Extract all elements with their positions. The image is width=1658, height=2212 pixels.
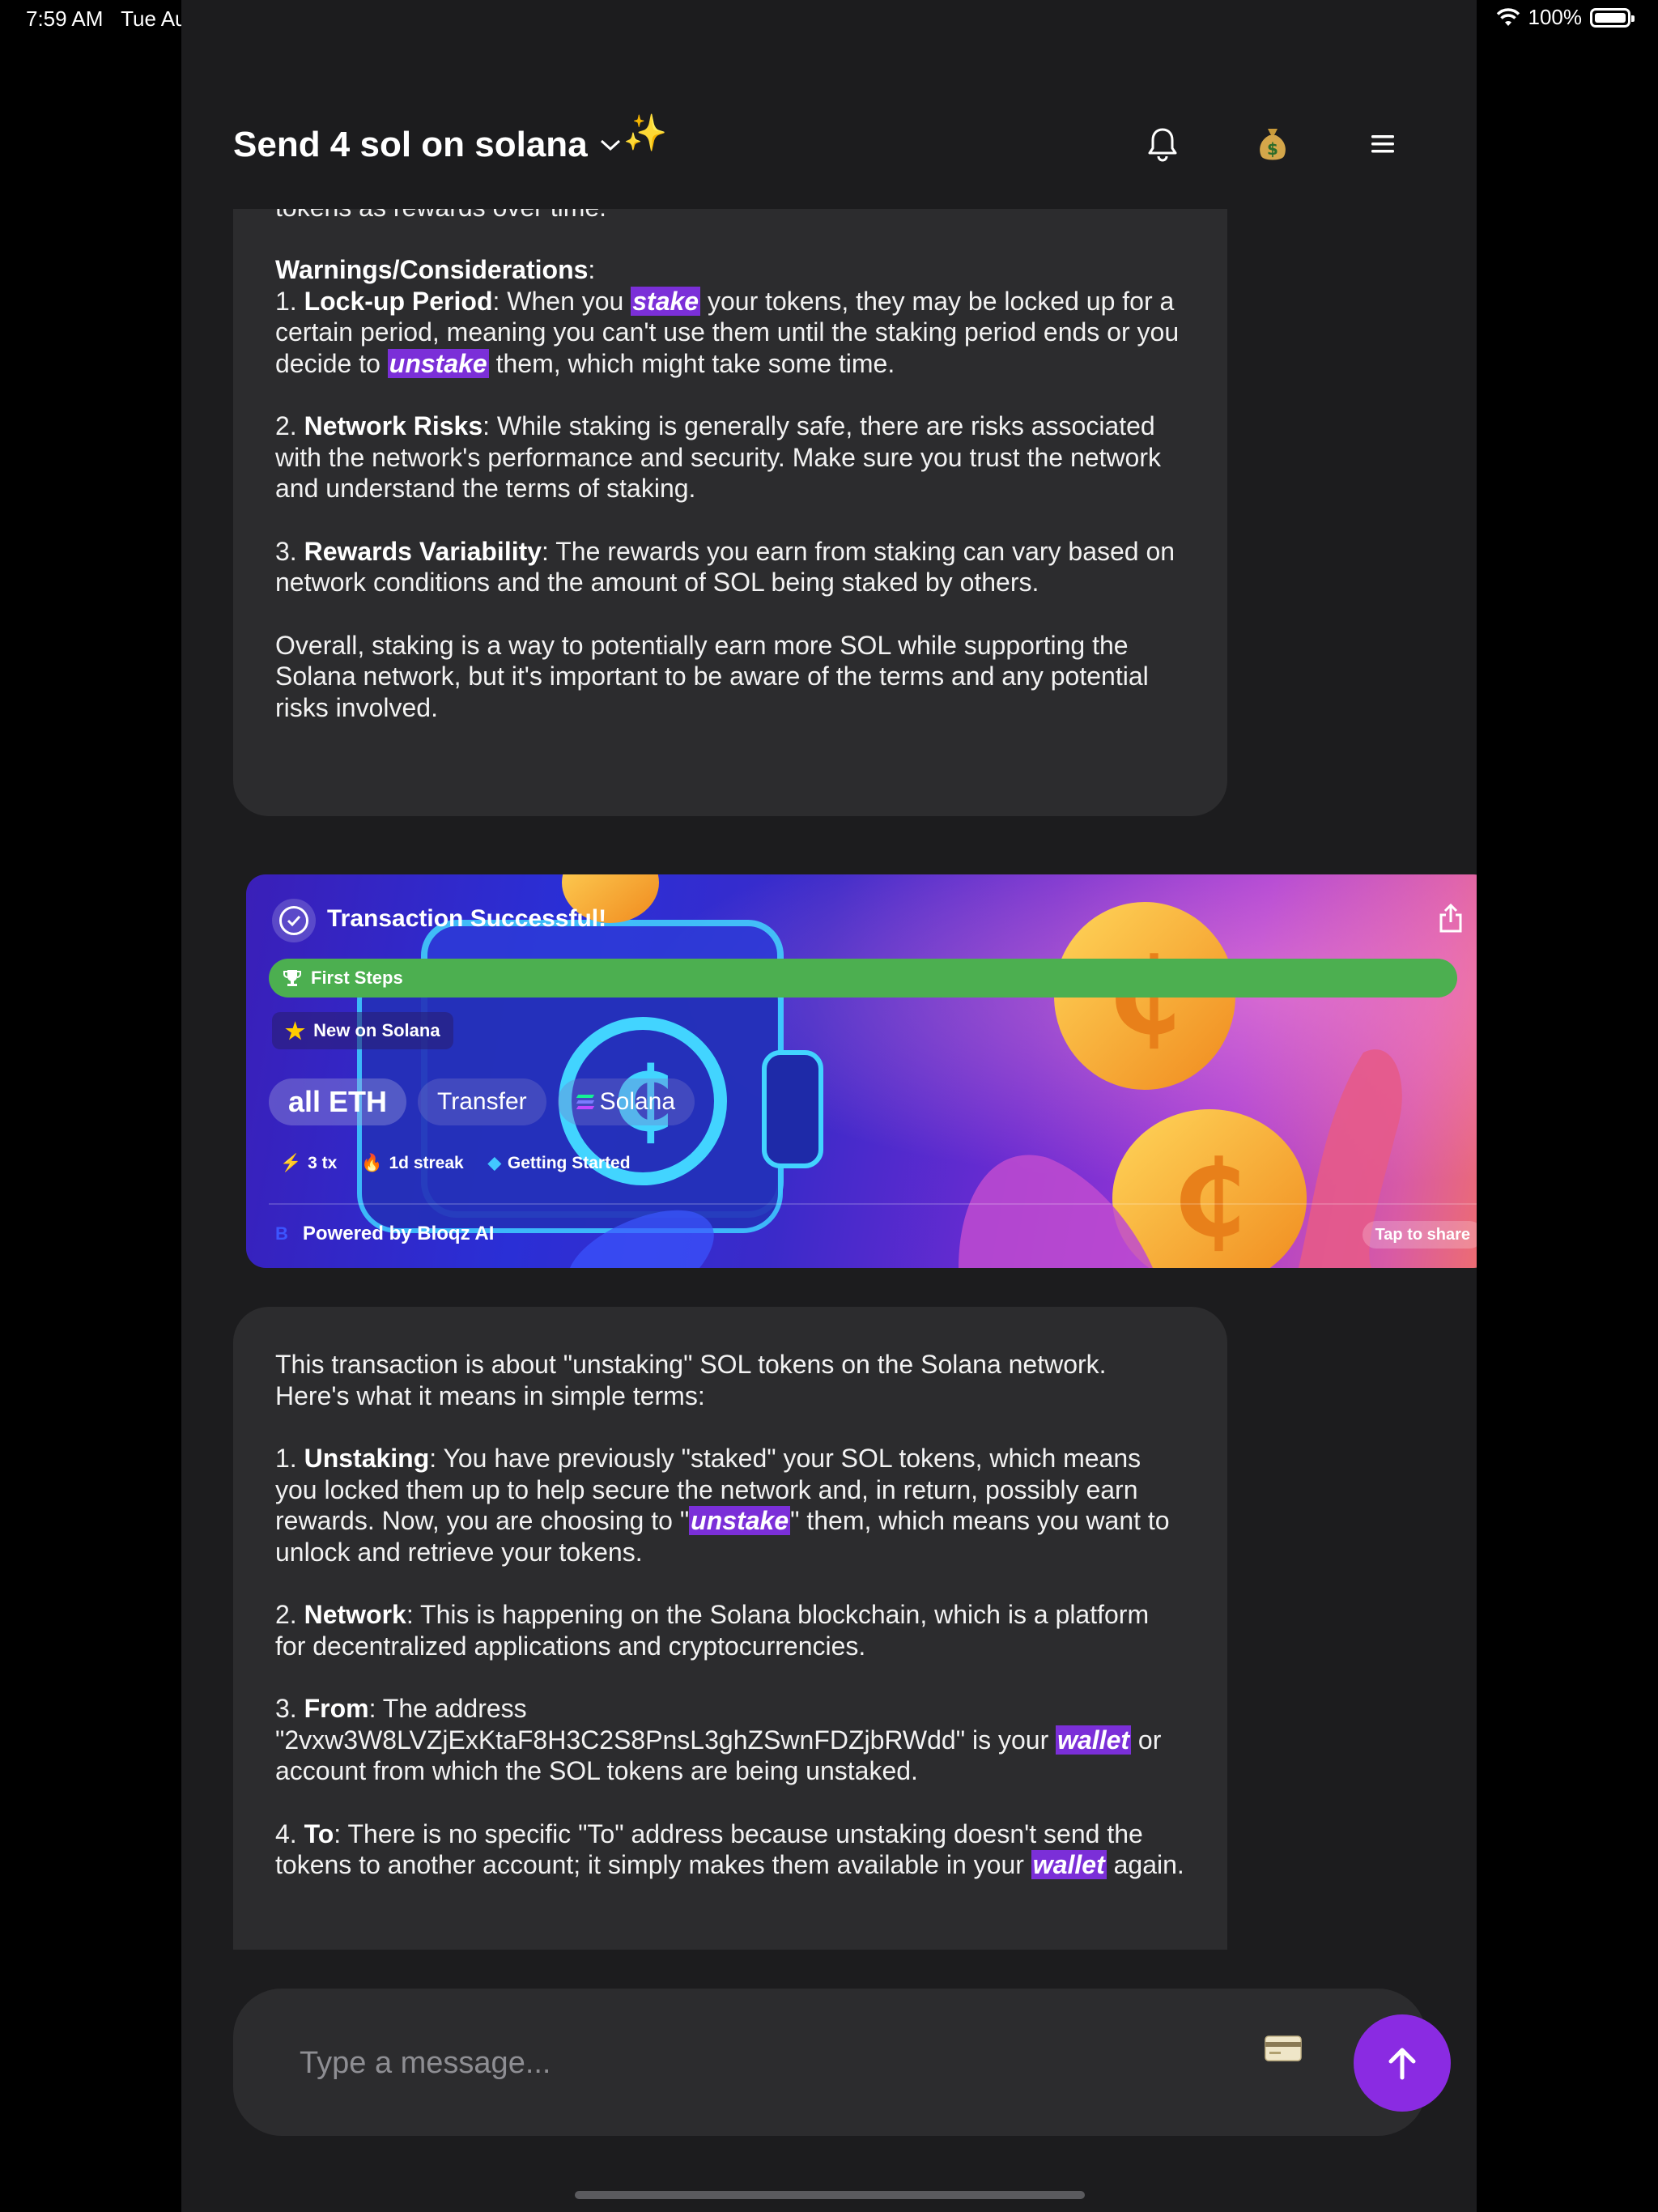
chevron-down-icon <box>599 131 622 159</box>
chip-network[interactable]: Solana <box>557 1078 695 1125</box>
transaction-success-card[interactable]: ₵ ₵ ₵ Transaction Successful! <box>246 874 1477 1268</box>
assistant-message: This transaction is about "unstaking" SO… <box>233 1307 1227 1950</box>
highlight-term[interactable]: unstake <box>689 1506 791 1535</box>
message-paragraph: 1. Unstaking: You have previously "stake… <box>275 1444 1170 1567</box>
badge-label: New on Solana <box>313 1020 440 1040</box>
message-paragraph: 4. To: There is no specific "To" address… <box>275 1819 1184 1879</box>
battery-percent: 100% <box>1528 5 1583 29</box>
wifi-icon <box>1496 7 1520 26</box>
page-title: Send 4 sol on solana <box>233 125 588 164</box>
stat-tx: ⚡ 3 tx <box>280 1153 338 1172</box>
money-bag-icon[interactable]: $ <box>1250 121 1295 167</box>
home-indicator[interactable] <box>575 2191 1085 2199</box>
stats-row: ⚡ 3 tx 🔥 1d streak ◆ Getting Started <box>280 1153 631 1173</box>
highlight-term[interactable]: wallet <box>1031 1850 1107 1879</box>
warnings-title: Warnings/Considerations <box>275 255 589 284</box>
app-window: Send 4 sol on solana ✨ $ Warnings/Consid… <box>181 0 1477 2212</box>
solana-logo-icon <box>576 1095 594 1109</box>
message-paragraph: 3. From: The address "2vxw3W8LVZjExKtaF8… <box>275 1694 1162 1785</box>
message-composer <box>233 1989 1451 2136</box>
card-content: Transaction Successful! First Steps ★ Ne… <box>246 874 1477 1268</box>
new-on-solana-badge: ★ New on Solana <box>272 1012 453 1049</box>
stat-streak: 🔥 1d streak <box>361 1153 464 1172</box>
chat-stream[interactable]: maintain the Solana network and, in retu… <box>181 209 1477 1950</box>
highlight-term[interactable]: wallet <box>1056 1725 1132 1755</box>
message-input[interactable] <box>298 2034 1192 2092</box>
message-paragraph: This transaction is about "unstaking" SO… <box>275 1350 1107 1410</box>
trophy-icon <box>283 970 301 986</box>
diamond-icon: ◆ <box>487 1154 501 1172</box>
stat-level: ◆ Getting Started <box>487 1153 631 1173</box>
battery-icon <box>1590 7 1635 28</box>
message-paragraph: 3. Rewards Variability: The rewards you … <box>275 536 1175 598</box>
chat-title-dropdown[interactable]: Send 4 sol on solana ✨ <box>233 113 667 165</box>
share-icon[interactable] <box>1433 900 1469 936</box>
credit-card-icon[interactable] <box>1265 2035 1302 2061</box>
svg-text:$: $ <box>1267 139 1278 159</box>
powered-by: B Powered by Bloqz AI <box>275 1223 495 1244</box>
chat-header: Send 4 sol on solana ✨ $ <box>181 0 1477 209</box>
achievement-progress-bar: First Steps <box>269 959 1457 998</box>
highlight-term[interactable]: unstake <box>387 348 489 378</box>
message-paragraph: 2. Network Risks: While staking is gener… <box>275 411 1161 503</box>
highlight-term[interactable]: stake <box>631 286 701 316</box>
tap-to-share-button[interactable]: Tap to share <box>1362 1221 1477 1249</box>
chip-token[interactable]: all ETH <box>269 1078 407 1125</box>
message-paragraph: maintain the Solana network and, in retu… <box>275 209 1185 223</box>
star-icon: ★ <box>285 1018 306 1044</box>
menu-icon[interactable] <box>1360 121 1405 167</box>
message-paragraph: 2. Network: This is happening on the Sol… <box>275 1600 1150 1661</box>
warnings-section: Warnings/Considerations: 1. Lock-up Peri… <box>275 255 1180 378</box>
checkmark-icon <box>272 899 316 942</box>
lightning-icon: ⚡ <box>280 1153 302 1172</box>
progress-label: First Steps <box>311 968 403 988</box>
status-right: 100% <box>1496 5 1635 30</box>
card-divider <box>269 1203 1477 1205</box>
send-button[interactable] <box>1354 2014 1451 2112</box>
chip-row: all ETH Transfer Solana <box>269 1078 695 1125</box>
chip-action[interactable]: Transfer <box>418 1078 546 1125</box>
flame-icon: 🔥 <box>361 1153 383 1172</box>
message-paragraph: Overall, staking is a way to potentially… <box>275 630 1149 722</box>
status-clock: 7:59 AM <box>26 6 104 31</box>
arrow-up-icon <box>1388 2048 1416 2080</box>
bell-icon[interactable] <box>1140 121 1185 167</box>
assistant-message: maintain the Solana network and, in retu… <box>233 209 1227 816</box>
card-title: Transaction Successful! <box>327 905 607 932</box>
bloqz-logo-icon: B <box>275 1223 288 1244</box>
sparkle-icon: ✨ <box>623 113 668 153</box>
